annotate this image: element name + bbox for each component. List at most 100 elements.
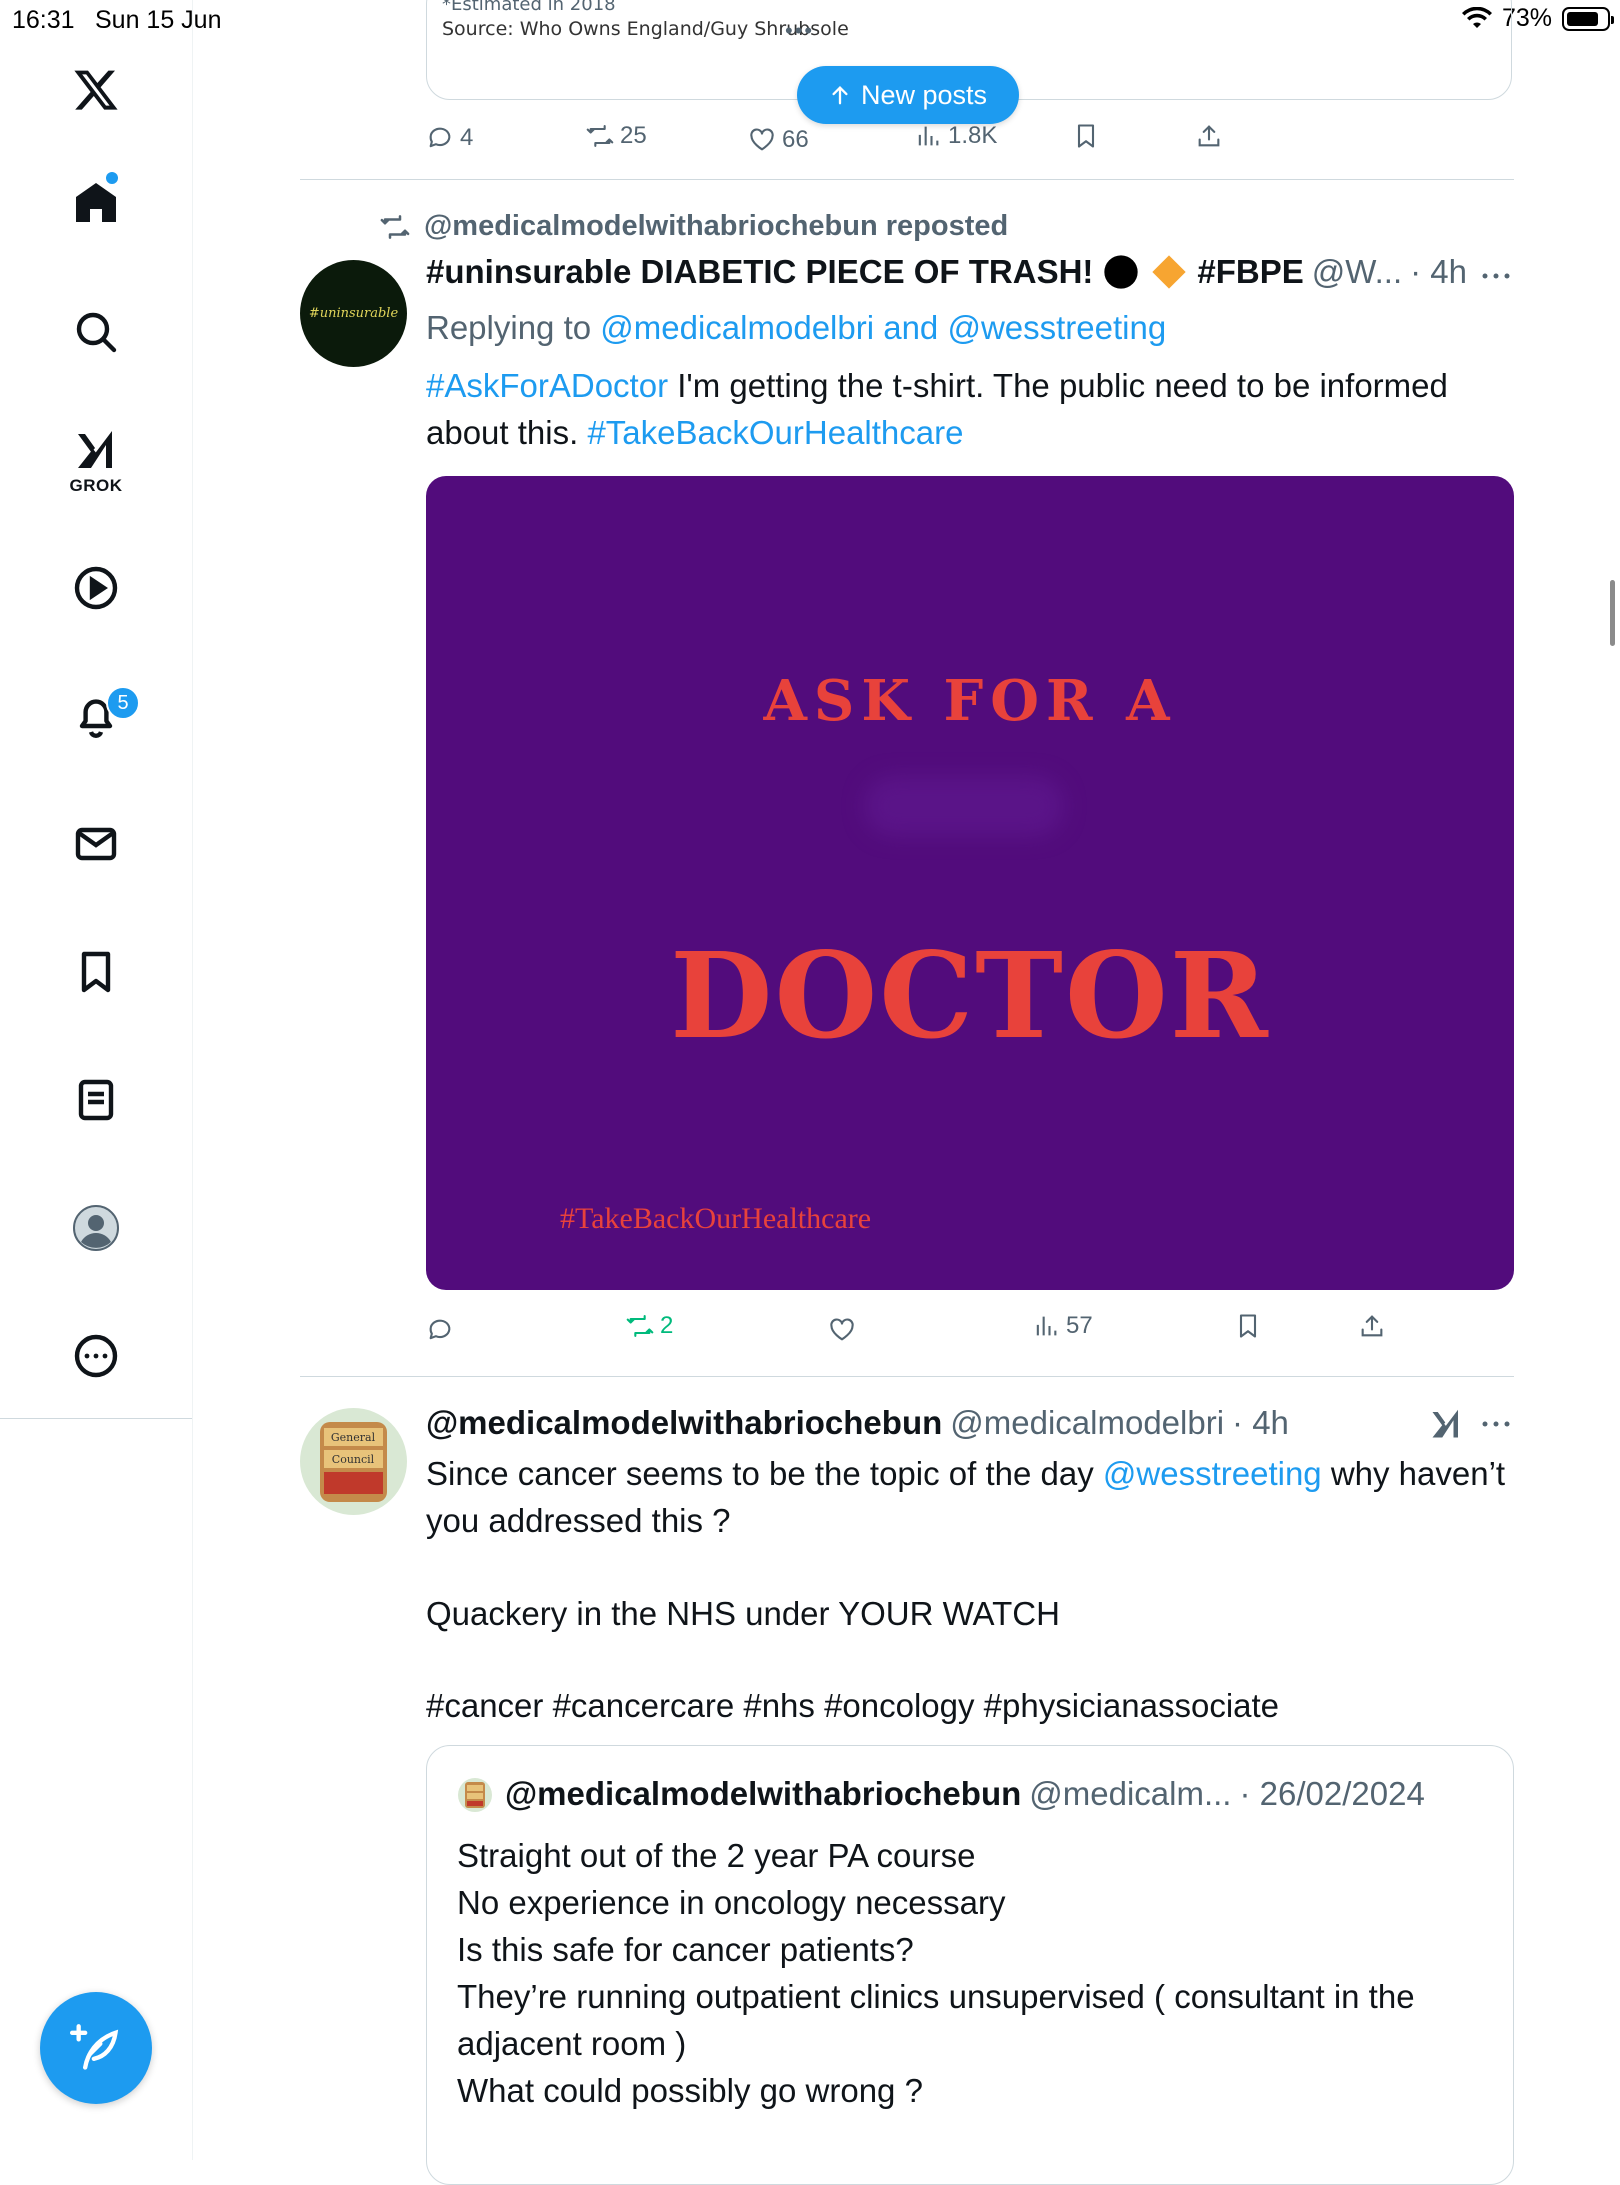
bookmark-button[interactable] xyxy=(1234,1306,1262,1346)
search-icon[interactable] xyxy=(52,288,140,376)
svg-text:Council: Council xyxy=(332,1453,375,1466)
card-note: *Estimated in 2018 xyxy=(442,0,616,15)
quoted-text-line: Is this safe for cancer patients? xyxy=(457,1931,914,1968)
scrollbar[interactable] xyxy=(1610,580,1615,646)
reply-icon xyxy=(429,1319,451,1340)
more-options-icon[interactable] xyxy=(52,1312,140,1400)
home-unread-dot xyxy=(106,172,118,184)
post-header: @medicalmodelwithabriochebun @medicalmod… xyxy=(426,1404,1289,1442)
bookmark-icon[interactable] xyxy=(52,928,140,1016)
replying-prefix: Replying to xyxy=(426,309,592,346)
quoted-author-name: @medicalmodelwithabriochebun xyxy=(505,1775,1022,1812)
post-divider xyxy=(300,179,1514,180)
hashtags-line[interactable]: #cancer #cancercare #nhs #oncology #phys… xyxy=(426,1682,1279,1729)
image-text-doctor: DOCTOR xyxy=(670,926,1270,1065)
replying-to-mentions[interactable]: @medicalmodelbri and @wesstreeting xyxy=(600,309,1166,346)
post-image[interactable]: ASK FOR A DOCTOR #TakeBackOurHealthcare xyxy=(426,476,1514,1290)
reply-count: 4 xyxy=(460,124,474,151)
orange-diamond-emoji xyxy=(1152,255,1187,289)
author-name[interactable]: @medicalmodelwithabriochebun xyxy=(426,1404,942,1442)
repost-count: 2 xyxy=(660,1312,674,1339)
quoted-text-line: Straight out of the 2 year PA course xyxy=(457,1837,976,1874)
quoted-post-date: · 26/02/2024 xyxy=(1239,1775,1425,1812)
repost-button[interactable]: 25 xyxy=(586,116,647,156)
repost-button[interactable]: 2 xyxy=(626,1306,673,1346)
author-name[interactable]: #uninsurable DIABETIC PIECE OF TRASH! xyxy=(426,253,1093,291)
reply-button[interactable] xyxy=(426,1310,454,1350)
grok-label: GROK xyxy=(69,476,123,495)
post-more-icon[interactable] xyxy=(1476,1404,1516,1444)
post-text-body: Since cancer seems to be the topic of th… xyxy=(426,1455,1103,1492)
new-posts-button[interactable]: New posts xyxy=(797,66,1019,124)
post-author-avatar[interactable]: #uninsurable xyxy=(300,260,407,367)
reply-button[interactable]: 4 xyxy=(426,118,473,158)
home-icon[interactable] xyxy=(52,158,140,246)
views-count: 1.8K xyxy=(948,122,998,149)
post-divider xyxy=(300,1376,1514,1377)
lists-icon[interactable] xyxy=(52,1056,140,1144)
image-text-hashtag: #TakeBackOurHealthcare xyxy=(560,1202,872,1235)
repost-attribution-text: @medicalmodelwithabriochebun reposted xyxy=(424,210,1009,242)
repost-icon xyxy=(586,125,614,147)
battery-icon xyxy=(1562,6,1614,31)
image-blurred-word xyxy=(864,776,1064,836)
like-count: 66 xyxy=(782,126,809,153)
repost-icon xyxy=(626,1315,654,1337)
mail-icon[interactable] xyxy=(52,800,140,888)
post-time[interactable]: · 4h xyxy=(1410,253,1467,291)
hashtag-link[interactable]: #AskForADoctor xyxy=(426,367,668,404)
share-icon xyxy=(1198,125,1220,147)
x-logo-icon[interactable] xyxy=(52,46,140,134)
quoted-text-line: What could possibly go wrong ? xyxy=(457,2072,923,2109)
post-text-line: Quackery in the NHS under YOUR WATCH xyxy=(426,1595,1060,1632)
media-more-dots-icon[interactable]: ••• xyxy=(785,18,814,44)
quoted-author-avatar xyxy=(458,1778,492,1812)
bookmark-icon xyxy=(1077,124,1095,148)
author-handle[interactable]: @medicalmodelbri xyxy=(950,1404,1224,1442)
quoted-post-header: @medicalmodelwithabriochebun @medicalm..… xyxy=(505,1775,1425,1813)
share-icon xyxy=(1361,1315,1383,1337)
quoted-text-line: They’re running outpatient clinics unsup… xyxy=(457,1978,1415,2062)
bookmark-button[interactable] xyxy=(1072,116,1100,156)
gmc-logo-avatar: General Council xyxy=(320,1422,387,1502)
image-text-ask: ASK FOR A xyxy=(763,668,1177,734)
mention-link[interactable]: @wesstreeting xyxy=(1103,1455,1322,1492)
feather-plus-icon xyxy=(70,2024,119,2070)
heart-icon xyxy=(830,1318,854,1341)
views-icon xyxy=(918,126,939,146)
post-author-avatar[interactable]: General Council xyxy=(300,1408,407,1515)
repost-count: 25 xyxy=(620,122,647,149)
repost-attribution[interactable]: @medicalmodelwithabriochebun reposted xyxy=(380,210,1008,243)
grok-explain-icon[interactable] xyxy=(1428,1406,1464,1442)
quoted-author-handle: @medicalm... xyxy=(1029,1775,1232,1812)
black-circle-emoji xyxy=(1104,255,1139,289)
author-handle[interactable]: @W... xyxy=(1312,253,1402,291)
views-icon xyxy=(1036,1316,1057,1336)
post-time[interactable]: · 4h xyxy=(1232,1404,1289,1442)
quoted-post-text: Straight out of the 2 year PA course No … xyxy=(457,1832,1497,2114)
views-button[interactable]: 57 xyxy=(1032,1306,1093,1346)
reply-icon xyxy=(429,127,451,148)
heart-icon xyxy=(750,128,774,151)
replying-to-line: Replying to @medicalmodelbri and @wesstr… xyxy=(426,304,1166,351)
quoted-text-line: No experience in oncology necessary xyxy=(457,1884,1006,1921)
like-button[interactable] xyxy=(828,1310,856,1350)
notifications-badge: 5 xyxy=(106,686,140,720)
bookmark-icon xyxy=(1239,1314,1257,1338)
views-count: 57 xyxy=(1066,1312,1093,1339)
sidebar-divider xyxy=(0,1418,192,1419)
compose-post-button[interactable] xyxy=(40,1992,152,2104)
author-name-suffix[interactable]: #FBPE xyxy=(1197,253,1303,291)
play-icon[interactable] xyxy=(52,544,140,632)
profile-avatar[interactable] xyxy=(52,1184,140,1272)
hashtag-link[interactable]: #TakeBackOurHealthcare xyxy=(587,414,963,451)
share-button[interactable] xyxy=(1358,1306,1386,1346)
post-more-icon[interactable] xyxy=(1476,256,1516,296)
post-text: #AskForADoctor I'm getting the t-shirt. … xyxy=(426,362,1516,456)
post-text: Since cancer seems to be the topic of th… xyxy=(426,1450,1516,1544)
like-button[interactable]: 66 xyxy=(748,120,809,160)
share-button[interactable] xyxy=(1195,116,1223,156)
svg-text:General: General xyxy=(331,1431,376,1444)
post-header: #uninsurable DIABETIC PIECE OF TRASH! #F… xyxy=(426,252,1467,292)
repost-icon xyxy=(380,214,410,239)
